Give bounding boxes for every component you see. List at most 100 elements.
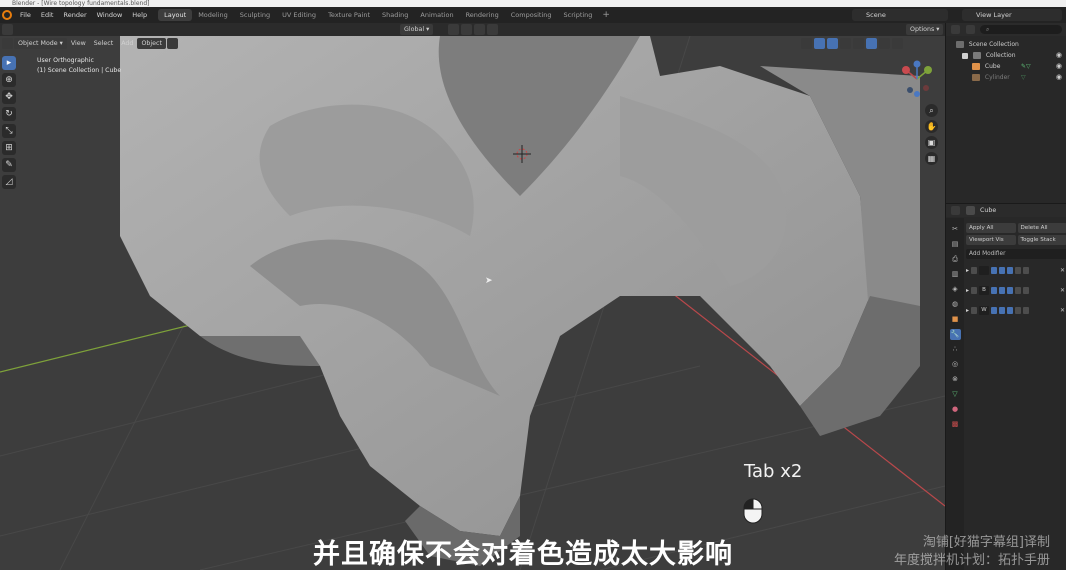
render-toggle-icon[interactable] [1007, 306, 1014, 314]
modifier-row-2[interactable]: ▸ B ✕ [966, 283, 1066, 297]
menu-file[interactable]: File [15, 7, 36, 23]
view-layer-tab-icon[interactable]: ▥ [950, 269, 961, 280]
navigation-gizmo[interactable] [896, 58, 938, 100]
zoom-icon[interactable]: ⌕ [925, 104, 938, 117]
data-tab-icon[interactable]: ▽ [950, 389, 961, 400]
tab-uv-editing[interactable]: UV Editing [276, 9, 322, 21]
outliner-editor-icon[interactable] [951, 25, 960, 34]
eye-icon[interactable]: ◉ [1056, 72, 1062, 83]
viewport-toggle-icon[interactable] [999, 266, 1006, 274]
menu-add[interactable]: Add [117, 38, 137, 49]
mode-dropdown[interactable]: Object Mode ▾ [14, 38, 67, 49]
delete-all-button[interactable]: Delete All [1017, 223, 1066, 233]
remove-modifier-icon[interactable]: ✕ [1060, 287, 1065, 294]
move-tool-icon[interactable]: ✥ [2, 90, 16, 104]
modifier-row-3[interactable]: ▸ W ✕ [966, 303, 1066, 317]
render-tab-icon[interactable]: ▤ [950, 239, 961, 250]
gizmo-toggle-icon[interactable] [814, 38, 825, 49]
measure-tool-icon[interactable]: ◿ [2, 175, 16, 189]
menu-edit[interactable]: Edit [36, 7, 59, 23]
tool-tab-icon[interactable]: ✂ [950, 224, 961, 235]
3d-viewport[interactable] [0, 36, 945, 570]
xray-icon[interactable] [840, 38, 851, 49]
rendered-shading-icon[interactable] [892, 38, 903, 49]
eye-icon[interactable]: ◉ [1056, 50, 1062, 61]
constraints-tab-icon[interactable]: ⊗ [950, 374, 961, 385]
move-down-icon[interactable] [1023, 306, 1030, 314]
perspective-grid-icon[interactable]: ▦ [925, 152, 938, 165]
menu-render[interactable]: Render [58, 7, 91, 23]
annotate-tool-icon[interactable]: ✎ [2, 158, 16, 172]
texture-tab-icon[interactable]: ▩ [950, 419, 961, 430]
menu-help[interactable]: Help [127, 7, 152, 23]
scene-selector[interactable]: Scene [852, 9, 948, 21]
physics-tab-icon[interactable]: ◎ [950, 359, 961, 370]
outliner-scene-collection[interactable]: Scene Collection [946, 39, 1066, 50]
transform-orientation-dropdown[interactable]: Global ▾ [400, 24, 434, 35]
material-tab-icon[interactable]: ● [950, 404, 961, 415]
overlay-toggle-icon[interactable] [827, 38, 838, 49]
menu-object[interactable]: Object [137, 38, 166, 49]
transform-tool-icon[interactable]: ⊞ [2, 141, 16, 155]
modifier-2-name[interactable]: B [979, 285, 990, 295]
outliner-item-cylinder[interactable]: Cylinder ▽ ◉ [946, 72, 1066, 83]
display-mode-icon[interactable] [966, 25, 975, 34]
render-toggle-icon[interactable] [1007, 286, 1014, 294]
mesh-cube[interactable] [120, 36, 920, 566]
add-modifier-dropdown[interactable]: Add Modifier [966, 249, 1066, 259]
viewport-vis-button[interactable]: Viewport Vis [966, 235, 1016, 245]
eye-icon[interactable]: ◉ [1056, 61, 1062, 72]
pivot-icon[interactable] [448, 24, 459, 35]
modifier-tab-icon[interactable]: 🔧 [949, 329, 961, 340]
camera-view-icon[interactable]: ▣ [925, 136, 938, 149]
checkbox-icon[interactable] [962, 52, 968, 59]
remove-modifier-icon[interactable]: ✕ [1060, 267, 1065, 274]
outliner-collection[interactable]: Collection ◉ [946, 50, 1066, 61]
outliner-search-input[interactable]: ⌕ [980, 25, 1062, 34]
modifier-3-name[interactable]: W [979, 305, 990, 315]
render-toggle-icon[interactable] [1007, 266, 1014, 274]
scale-tool-icon[interactable]: ⤡ [2, 124, 16, 138]
menu-view[interactable]: View [67, 38, 90, 49]
view-layer-selector[interactable]: View Layer [962, 9, 1062, 21]
menu-window[interactable]: Window [92, 7, 128, 23]
solid-shading-icon[interactable] [866, 38, 877, 49]
move-up-icon[interactable] [1015, 266, 1022, 274]
proportional-edit-icon[interactable] [487, 24, 498, 35]
pin-icon[interactable] [966, 206, 975, 215]
expand-arrow-icon[interactable]: ▸ [966, 307, 969, 314]
edit-mode-toggle-icon[interactable] [991, 266, 998, 274]
wireframe-shading-icon[interactable] [853, 38, 864, 49]
tab-texture-paint[interactable]: Texture Paint [322, 9, 376, 21]
filter-icon[interactable] [166, 38, 178, 49]
apply-all-button[interactable]: Apply All [966, 223, 1016, 233]
select-mode-icon[interactable] [2, 38, 13, 49]
rotate-tool-icon[interactable]: ↻ [2, 107, 16, 121]
edit-mode-toggle-icon[interactable] [991, 306, 998, 314]
viewport-toggle-icon[interactable] [999, 306, 1006, 314]
properties-editor-icon[interactable] [951, 206, 960, 215]
modifier-row-1[interactable]: ▸ ✕ [966, 263, 1066, 277]
move-down-icon[interactable] [1023, 286, 1030, 294]
object-tab-icon[interactable]: ■ [950, 314, 961, 325]
move-down-icon[interactable] [1023, 266, 1030, 274]
visibility-icon[interactable] [801, 38, 812, 49]
expand-arrow-icon[interactable]: ▸ [966, 287, 969, 294]
outliner-item-cube[interactable]: Cube ✎▽ ◉ [946, 61, 1066, 72]
blender-logo-icon[interactable] [2, 10, 12, 20]
snap-icon[interactable] [461, 24, 472, 35]
expand-arrow-icon[interactable]: ▸ [966, 267, 969, 274]
move-up-icon[interactable] [1015, 306, 1022, 314]
add-workspace-icon[interactable]: + [602, 10, 610, 20]
options-dropdown[interactable]: Options ▾ [906, 24, 944, 35]
menu-select[interactable]: Select [90, 38, 117, 49]
tab-layout[interactable]: Layout [158, 9, 193, 21]
pan-hand-icon[interactable]: ✋ [925, 120, 938, 133]
remove-modifier-icon[interactable]: ✕ [1060, 307, 1065, 314]
tab-sculpting[interactable]: Sculpting [234, 9, 276, 21]
tab-scripting[interactable]: Scripting [558, 9, 599, 21]
scene-tab-icon[interactable]: ◈ [950, 284, 961, 295]
particles-tab-icon[interactable]: ∴ [950, 344, 961, 355]
tab-shading[interactable]: Shading [376, 9, 414, 21]
modifier-1-name[interactable] [979, 265, 990, 275]
